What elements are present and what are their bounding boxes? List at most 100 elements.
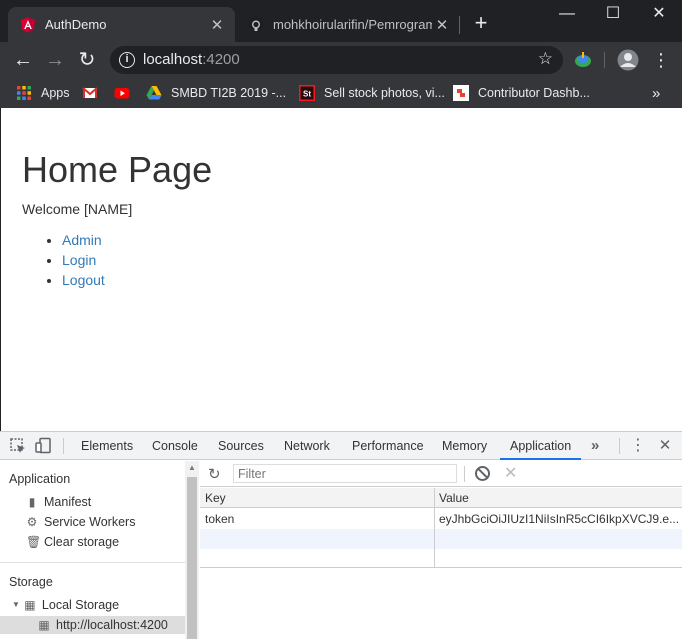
more-tabs-icon[interactable]: » (591, 432, 599, 460)
bookmark-stock[interactable]: St Sell stock photos, vi... (299, 82, 445, 104)
close-tab-icon[interactable]: ✕ (207, 16, 227, 34)
page-title: Home Page (22, 149, 213, 190)
sidebar-scrollbar[interactable]: ▲ (185, 461, 199, 639)
page-content: Home Page Welcome [NAME] Admin Login Log… (0, 108, 682, 431)
list-item: Logout (62, 270, 105, 290)
sidebar-item-origin[interactable]: ▦ http://localhost:4200 (0, 616, 185, 634)
tab-elements[interactable]: Elements (81, 432, 133, 460)
gmail-icon (82, 87, 98, 98)
cell-key[interactable]: token (205, 512, 234, 526)
devtools-menu-icon[interactable]: ⋮ (629, 437, 647, 455)
application-sidebar: Application ▮ Manifest ⚙ Service Workers… (0, 461, 199, 639)
filter-input[interactable] (233, 464, 457, 483)
nav-links: Admin Login Logout (62, 230, 105, 290)
bookmark-star-icon[interactable]: ☆ (538, 49, 553, 69)
close-devtools-icon[interactable]: ✕ (656, 437, 674, 455)
github-icon (248, 17, 264, 32)
column-header-value[interactable]: Value (439, 491, 469, 505)
tab-sources[interactable]: Sources (218, 432, 264, 460)
bookmark-apps[interactable]: Apps (16, 82, 70, 104)
avatar[interactable] (617, 49, 639, 71)
toolbar-divider (604, 52, 605, 68)
scroll-up-icon[interactable]: ▲ (188, 463, 196, 472)
sidebar-item-label: http://localhost:4200 (56, 618, 168, 632)
bookmark-label: Contributor Dashb... (478, 86, 590, 100)
apps-grid-icon (17, 86, 31, 100)
cell-value[interactable]: eyJhbGciOiJIUzI1NiIsInR5cCI6IkpXVCJ9.e..… (439, 512, 679, 526)
delete-selected-icon[interactable]: ✕ (504, 463, 517, 483)
sidebar-header-storage: Storage (9, 575, 53, 589)
stock-icon: St (299, 85, 315, 101)
tab-console[interactable]: Console (152, 432, 198, 460)
tab-memory[interactable]: Memory (442, 432, 487, 460)
document-icon: ▮ (28, 495, 36, 509)
bookmark-smbd[interactable]: SMBD TI2B 2019 -... (146, 82, 286, 104)
refresh-icon[interactable]: ↻ (208, 465, 221, 483)
bookmarks-overflow-icon[interactable]: » (652, 82, 660, 104)
table-row-empty[interactable] (200, 549, 682, 569)
bookmark-label: Sell stock photos, vi... (324, 86, 445, 100)
minimize-icon[interactable]: — (544, 4, 590, 24)
list-item: Login (62, 250, 105, 270)
sidebar-item-local-storage[interactable]: ▼ ▦ Local Storage (12, 596, 119, 614)
sidebar-item-label: Manifest (44, 495, 92, 509)
login-link[interactable]: Login (62, 252, 96, 268)
tab-authdemo[interactable]: AuthDemo ✕ (8, 7, 235, 42)
expand-arrow-icon[interactable]: ▼ (12, 596, 20, 614)
table-row-empty[interactable] (200, 529, 682, 549)
reload-icon[interactable]: ↻ (75, 48, 99, 72)
tab-performance[interactable]: Performance (352, 432, 424, 460)
tab-divider (459, 16, 460, 34)
welcome-text: Welcome [NAME] (22, 201, 133, 217)
storage-table: Key Value token eyJhbGciOiJIUzI1NiIsInR5… (200, 488, 682, 639)
table-row[interactable]: token eyJhbGciOiJIUzI1NiIsInR5cCI6IkpXVC… (200, 509, 682, 529)
back-icon[interactable]: ← (11, 48, 35, 72)
sidebar-item-label: Service Workers (44, 515, 136, 529)
address-bar[interactable]: i localhost:4200 ☆ (110, 46, 563, 74)
devtools-tab-bar: Elements Console Sources Network Perform… (0, 432, 682, 460)
sidebar-item-clear-storage[interactable]: 🗑 Clear storage (26, 533, 119, 551)
url-port: :4200 (202, 51, 240, 68)
logout-link[interactable]: Logout (62, 272, 105, 288)
scrollbar-thumb[interactable] (187, 477, 197, 639)
new-tab-icon[interactable]: + (470, 11, 492, 35)
tab-network[interactable]: Network (284, 432, 330, 460)
angular-icon (21, 17, 35, 32)
column-divider[interactable] (434, 488, 435, 568)
devtools-panel: Elements Console Sources Network Perform… (0, 431, 682, 639)
table-grid-icon: ▦ (24, 598, 36, 612)
sidebar-item-label: Local Storage (41, 598, 120, 612)
tab-application[interactable]: Application (500, 432, 582, 460)
column-header-key[interactable]: Key (205, 491, 226, 505)
bookmark-youtube[interactable] (114, 82, 139, 104)
menu-kebab-icon[interactable]: ⋮ (649, 48, 673, 72)
close-window-icon[interactable]: ✕ (636, 4, 682, 24)
storage-toolbar: ↻ ✕ (200, 461, 682, 487)
admin-link[interactable]: Admin (62, 232, 102, 248)
extension-icon[interactable] (573, 51, 593, 69)
bookmark-gmail[interactable] (82, 82, 107, 104)
toolbar-divider (619, 438, 620, 454)
sidebar-header-application: Application (9, 472, 71, 486)
tab-github[interactable]: mohkhoirularifin/Pemrograma ✕ (236, 7, 460, 42)
contributor-icon (453, 85, 469, 101)
sidebar-item-label: Clear storage (44, 535, 120, 549)
google-drive-icon (146, 86, 162, 100)
maximize-icon[interactable]: ☐ (590, 4, 636, 24)
clear-all-icon[interactable] (475, 466, 490, 481)
gear-icon: ⚙ (26, 515, 38, 529)
storage-view: ↻ ✕ Key Value token eyJhbGciOiJIUzI1NiIs… (200, 461, 682, 639)
url-host: localhost (143, 51, 203, 68)
device-toolbar-icon[interactable] (34, 437, 52, 455)
sidebar-item-manifest[interactable]: ▮ Manifest (26, 493, 92, 511)
sidebar-divider (0, 562, 185, 563)
site-info-icon[interactable]: i (119, 52, 135, 68)
close-tab-icon[interactable]: ✕ (432, 16, 452, 34)
inspect-element-icon[interactable] (9, 437, 27, 455)
forward-icon[interactable]: → (43, 48, 67, 72)
address-url: localhost:4200 (143, 51, 240, 68)
sidebar-item-service-workers[interactable]: ⚙ Service Workers (26, 513, 136, 531)
bookmark-contributor[interactable]: Contributor Dashb... (453, 82, 590, 104)
toolbar-divider (63, 438, 64, 454)
table-bottom-border (200, 567, 682, 568)
